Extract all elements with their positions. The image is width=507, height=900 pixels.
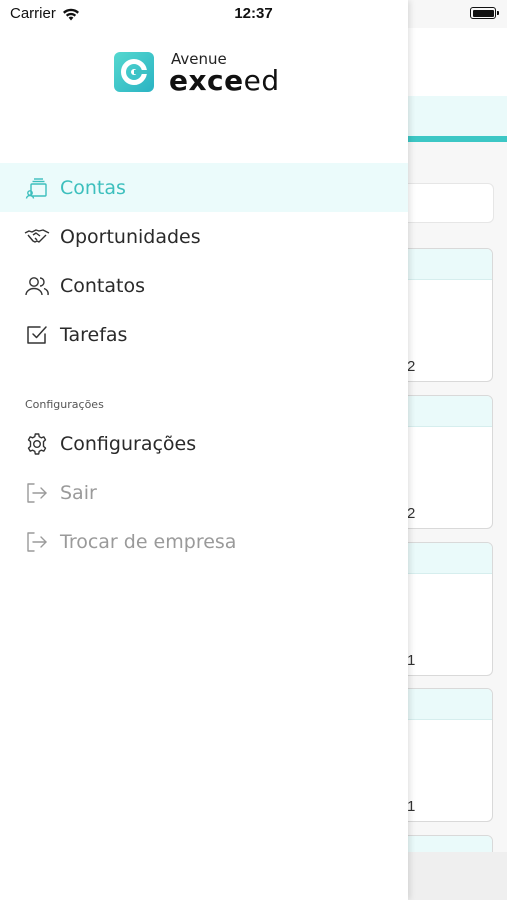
- background-card-value: 1: [407, 798, 416, 815]
- background-card-value: 2: [407, 505, 416, 522]
- menu-item-label: Trocar de empresa: [60, 530, 237, 553]
- menu-item-label: Configurações: [60, 432, 197, 455]
- users-icon: [24, 273, 50, 299]
- menu-item-contas[interactable]: Contas: [0, 163, 408, 212]
- menu-item-configuracoes[interactable]: Configurações: [0, 419, 408, 468]
- menu-item-trocar-empresa[interactable]: Trocar de empresa: [0, 517, 408, 566]
- section-label-configuracoes: Configurações: [25, 398, 104, 411]
- logout-icon: [24, 480, 50, 506]
- background-card-value: 2: [407, 358, 416, 375]
- background-card: 2: [400, 395, 493, 529]
- accounts-icon: [24, 175, 50, 201]
- menu-item-oportunidades[interactable]: Oportunidades: [0, 212, 408, 261]
- logo-text-exceed-light: ed: [243, 64, 280, 97]
- menu-item-label: Oportunidades: [60, 225, 201, 248]
- background-card: 2: [400, 248, 493, 382]
- background-card-header: [401, 543, 492, 574]
- switch-company-icon: [24, 529, 50, 555]
- menu-item-label: Tarefas: [60, 323, 128, 346]
- background-search-field: [400, 183, 494, 223]
- logo-mark-icon: [114, 52, 154, 92]
- menu-item-tarefas[interactable]: Tarefas: [0, 310, 408, 359]
- status-bar: Carrier 12:37: [0, 0, 507, 28]
- gear-icon: [24, 431, 50, 457]
- handshake-icon: [24, 224, 50, 250]
- background-tab-area: [408, 96, 507, 136]
- menu-item-label: Contatos: [60, 274, 145, 297]
- battery-icon: [470, 7, 499, 19]
- menu-item-contatos[interactable]: Contatos: [0, 261, 408, 310]
- navigation-drawer: Avenue exceed Contas Oportunidades Conta…: [0, 0, 408, 900]
- app-logo: Avenue exceed: [114, 50, 294, 97]
- logo-text-exceed-bold: exce: [169, 64, 244, 97]
- background-card-header: [401, 249, 492, 280]
- menu-item-sair[interactable]: Sair: [0, 468, 408, 517]
- background-card-header: [401, 689, 492, 720]
- menu-item-label: Sair: [60, 481, 97, 504]
- background-card: 1: [400, 688, 493, 822]
- background-card-value: 1: [407, 652, 416, 669]
- background-bottom-bar: [400, 852, 507, 900]
- background-card: 1: [400, 542, 493, 676]
- logo-text-exceed: exceed: [169, 64, 280, 97]
- menu-item-label: Contas: [60, 176, 126, 199]
- checkbox-icon: [24, 322, 50, 348]
- status-time: 12:37: [234, 5, 273, 22]
- background-tab-indicator: [408, 136, 507, 142]
- background-card-header: [401, 396, 492, 427]
